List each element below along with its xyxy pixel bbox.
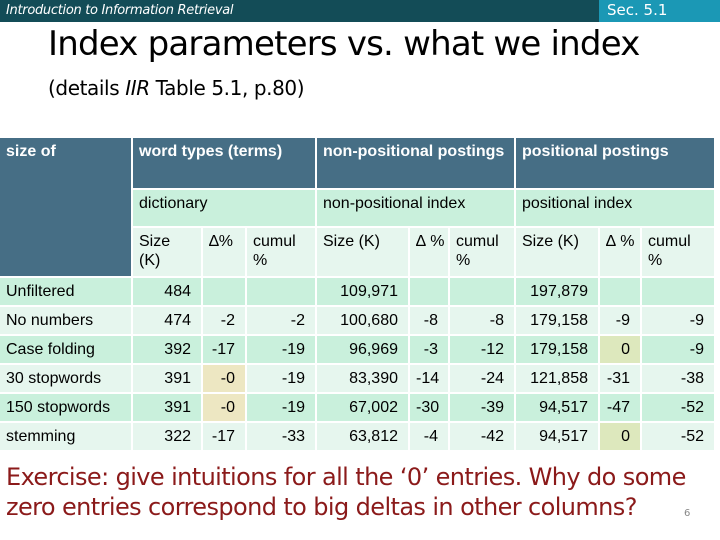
cell-dict-delta: -17: [203, 423, 245, 450]
subtitle-pre: (details: [48, 76, 126, 100]
row-label: No numbers: [0, 307, 131, 334]
row-label: stemming: [0, 423, 131, 450]
cell-p-cumul: -52: [642, 423, 714, 450]
cell-p-cumul: [642, 278, 714, 305]
cell-np-delta: -4: [410, 423, 448, 450]
header-dict-size: Size (K): [133, 228, 201, 276]
row-label: 150 stopwords: [0, 394, 131, 421]
header-positional-postings: positional postings: [516, 138, 714, 188]
cell-p-delta: -9: [600, 307, 640, 334]
header-bar: Introduction to Information Retrieval Se…: [0, 0, 720, 22]
row-label: 30 stopwords: [0, 365, 131, 392]
cell-np-delta: -8: [410, 307, 448, 334]
cell-dict-cumul: -19: [247, 336, 315, 363]
cell-dict-size: 391: [133, 394, 201, 421]
cell-p-size: 179,158: [516, 307, 598, 334]
header-nonpositional-postings: non-positional postings: [317, 138, 514, 188]
cell-p-size: 94,517: [516, 423, 598, 450]
cell-dict-delta: -0: [203, 365, 245, 392]
header-dict-cumul: cumul %: [247, 228, 315, 276]
cell-p-size: 197,879: [516, 278, 598, 305]
cell-p-delta: -47: [600, 394, 640, 421]
cell-np-delta: -14: [410, 365, 448, 392]
header-p-cumul: cumul %: [642, 228, 714, 276]
cell-dict-size: 484: [133, 278, 201, 305]
cell-p-delta: [600, 278, 640, 305]
cell-dict-cumul: -2: [247, 307, 315, 334]
cell-p-cumul: -38: [642, 365, 714, 392]
row-label: Case folding: [0, 336, 131, 363]
cell-np-cumul: -42: [450, 423, 514, 450]
cell-p-size: 94,517: [516, 394, 598, 421]
cell-np-cumul: -12: [450, 336, 514, 363]
cell-np-size: 67,002: [317, 394, 408, 421]
cell-np-cumul: -24: [450, 365, 514, 392]
exercise-text: Exercise: give intuitions for all the ‘0…: [6, 463, 686, 521]
page-number: 6: [684, 508, 691, 519]
header-np-cumul: cumul %: [450, 228, 514, 276]
subtitle-italic: IIR: [125, 76, 150, 100]
cell-p-cumul: -9: [642, 307, 714, 334]
section-label: Sec. 5.1: [599, 0, 720, 22]
cell-dict-size: 391: [133, 365, 201, 392]
header-word-types: word types (terms): [133, 138, 315, 188]
header-p-delta: ∆ %: [600, 228, 640, 276]
cell-dict-delta: -2: [203, 307, 245, 334]
cell-dict-delta: -0: [203, 394, 245, 421]
header-np-delta: ∆ %: [410, 228, 448, 276]
cell-np-cumul: -39: [450, 394, 514, 421]
course-title: Introduction to Information Retrieval: [6, 3, 234, 18]
header-positional-index: positional index: [516, 190, 714, 226]
cell-np-delta: [410, 278, 448, 305]
cell-dict-delta: -17: [203, 336, 245, 363]
header-dict-delta: ∆%: [203, 228, 245, 276]
subtitle-post: Table 5.1, p.80): [149, 76, 305, 100]
cell-np-cumul: [450, 278, 514, 305]
header-size-of: size of: [0, 138, 131, 276]
header-p-size: Size (K): [516, 228, 598, 276]
cell-p-size: 179,158: [516, 336, 598, 363]
cell-dict-size: 322: [133, 423, 201, 450]
header-dictionary: dictionary: [133, 190, 315, 226]
cell-dict-cumul: -19: [247, 394, 315, 421]
cell-dict-delta: [203, 278, 245, 305]
cell-np-delta: -30: [410, 394, 448, 421]
cell-np-delta: -3: [410, 336, 448, 363]
row-label: Unfiltered: [0, 278, 131, 305]
cell-p-delta: 0: [600, 336, 640, 363]
cell-p-delta: -31: [600, 365, 640, 392]
cell-p-delta: 0: [600, 423, 640, 450]
cell-np-size: 63,812: [317, 423, 408, 450]
header-np-size: Size (K): [317, 228, 408, 276]
slide-subtitle: (details IIR Table 5.1, p.80): [48, 76, 305, 100]
cell-p-cumul: -9: [642, 336, 714, 363]
cell-dict-size: 392: [133, 336, 201, 363]
cell-dict-cumul: -33: [247, 423, 315, 450]
cell-np-size: 109,971: [317, 278, 408, 305]
cell-np-cumul: -8: [450, 307, 514, 334]
cell-p-size: 121,858: [516, 365, 598, 392]
cell-np-size: 96,969: [317, 336, 408, 363]
cell-p-cumul: -52: [642, 394, 714, 421]
cell-np-size: 83,390: [317, 365, 408, 392]
cell-dict-cumul: [247, 278, 315, 305]
header-nonpositional-index: non-positional index: [317, 190, 514, 226]
cell-np-size: 100,680: [317, 307, 408, 334]
cell-dict-cumul: -19: [247, 365, 315, 392]
cell-dict-size: 474: [133, 307, 201, 334]
slide-title: Index parameters vs. what we index: [48, 24, 640, 64]
